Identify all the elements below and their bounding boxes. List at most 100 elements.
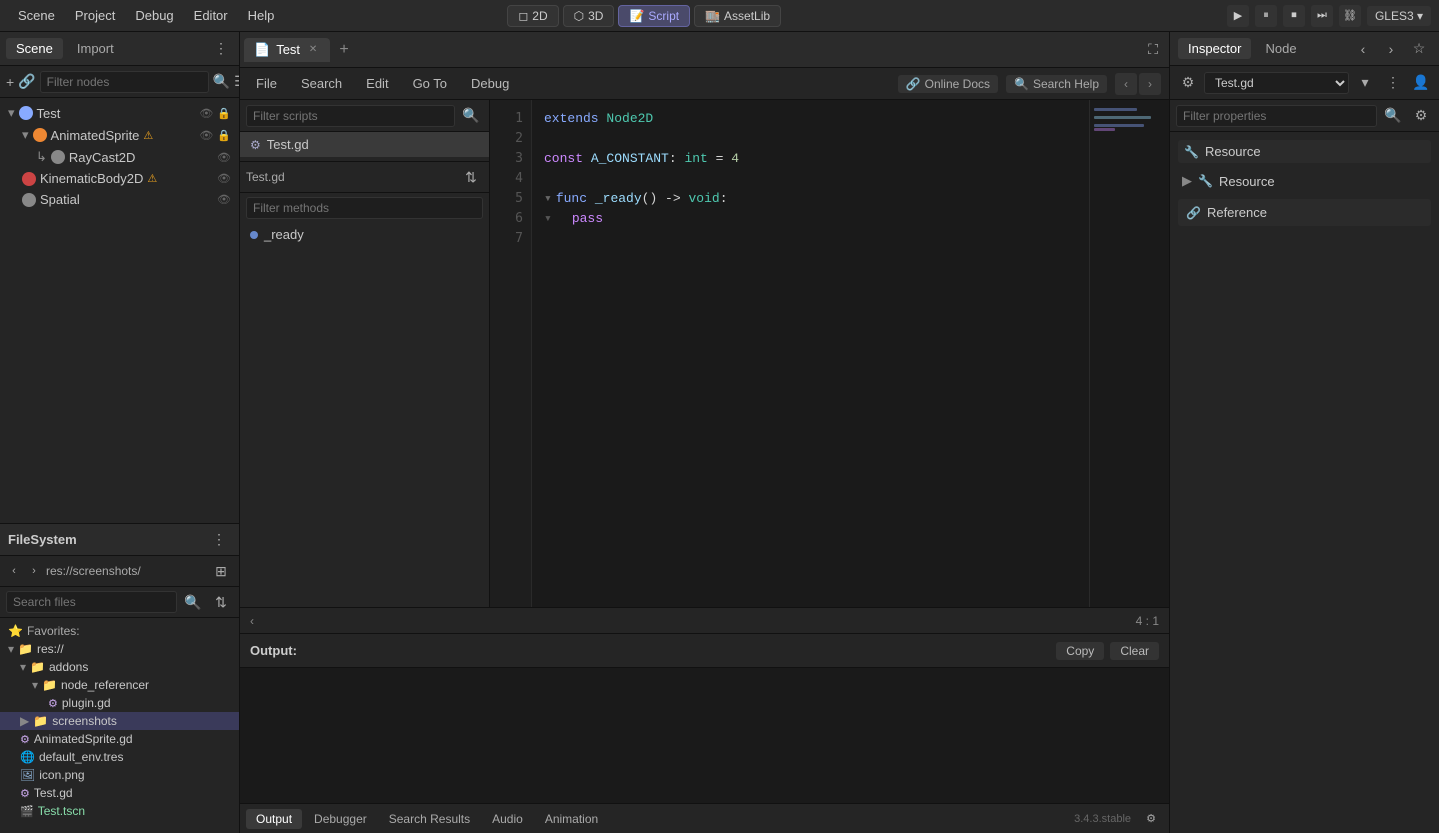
inspector-menu-icon[interactable]: ⋮ xyxy=(1381,71,1405,95)
node-tab[interactable]: Node xyxy=(1255,38,1306,59)
filter-properties-input[interactable] xyxy=(1176,105,1377,127)
fs-icon-png[interactable]: 🖼 icon.png xyxy=(0,766,239,784)
search-help-button[interactable]: 🔍 Search Help xyxy=(1006,75,1107,93)
fs-default-env[interactable]: 🌐 default_env.tres xyxy=(0,748,239,766)
sort-icon[interactable]: ⇅ xyxy=(209,590,233,614)
play-button[interactable]: ▶ xyxy=(1227,5,1249,27)
fs-animatedsprite-gd[interactable]: ⚙ AnimatedSprite.gd xyxy=(0,730,239,748)
filter-options-icon[interactable]: ⚙ xyxy=(1409,104,1433,128)
minimap-line-6 xyxy=(1094,128,1115,131)
next-nav-button[interactable]: › xyxy=(1139,73,1161,95)
search-files-input[interactable] xyxy=(6,591,177,613)
view-script-button[interactable]: 📝 Script xyxy=(618,5,690,27)
view-3d-button[interactable]: ⬡ 3D xyxy=(563,5,615,27)
resource-sub-header[interactable]: ▶ 🔧 Resource xyxy=(1178,169,1431,193)
tab-debugger[interactable]: Debugger xyxy=(304,809,377,829)
line-6: 6 xyxy=(490,208,523,228)
copy-output-button[interactable]: Copy xyxy=(1056,642,1104,660)
view-2d-button[interactable]: ◻ 2D xyxy=(507,5,558,27)
inspector-dropdown-icon[interactable]: ▾ xyxy=(1353,71,1377,95)
tree-item-animatedsprite[interactable]: ▾ AnimatedSprite ⚠ 👁 🔒 xyxy=(0,124,239,146)
menu-project[interactable]: Project xyxy=(65,4,125,27)
filter-methods-input[interactable] xyxy=(246,197,483,219)
step-button[interactable]: ⏭ xyxy=(1311,5,1333,27)
fs-addons[interactable]: ▾ 📁 addons xyxy=(0,658,239,676)
tree-item-raycast2d[interactable]: ↳ RayCast2D 👁 xyxy=(0,146,239,168)
online-docs-button[interactable]: 🔗 Online Docs xyxy=(898,75,998,93)
fs-screenshots[interactable]: ▶ 📁 screenshots xyxy=(0,712,239,730)
prev-nav-button[interactable]: ‹ xyxy=(1115,73,1137,95)
inspector-file-select[interactable]: Test.gd xyxy=(1204,72,1349,94)
scene-tab[interactable]: Scene xyxy=(6,38,63,59)
reference-section-header[interactable]: 🔗 Reference xyxy=(1178,199,1431,226)
filter-scripts-search-icon[interactable]: 🔍 xyxy=(459,104,483,128)
fs-plugin-gd[interactable]: ⚙ plugin.gd xyxy=(0,694,239,712)
tree-item-test[interactable]: ▾ Test 👁 🔒 xyxy=(0,102,239,124)
clear-output-button[interactable]: Clear xyxy=(1110,642,1159,660)
tree-item-kinematicbody2d[interactable]: KinematicBody2D ⚠ 👁 xyxy=(0,168,239,189)
link-node-button[interactable]: 🔗 xyxy=(18,70,35,94)
tree-item-spatial[interactable]: Spatial 👁 xyxy=(0,189,239,210)
inspector-tab[interactable]: Inspector xyxy=(1178,38,1251,59)
pause-button[interactable]: ⏸ xyxy=(1255,5,1277,27)
add-node-button[interactable]: + xyxy=(6,70,14,94)
inspector-favorites-icon[interactable]: 👤 xyxy=(1409,71,1433,95)
expand-icon: ▾ xyxy=(22,127,29,143)
filter-search-icon[interactable]: 🔍 xyxy=(213,70,230,94)
eye-icon[interactable]: 👁 xyxy=(217,193,231,206)
menu-goto-btn[interactable]: Go To xyxy=(405,74,455,93)
forward-button[interactable]: › xyxy=(26,563,42,579)
collapse-btn[interactable]: ‹ xyxy=(250,614,254,628)
filesystem-menu-btn[interactable]: ⋮ xyxy=(207,528,231,552)
menu-debug[interactable]: Debug xyxy=(125,4,183,27)
menu-file-btn[interactable]: File xyxy=(248,74,285,93)
remote-debug-button[interactable]: ⛓ xyxy=(1339,5,1361,27)
fs-test-tscn[interactable]: 🎬 Test.tscn xyxy=(0,802,239,820)
search-icon[interactable]: 🔍 xyxy=(181,590,205,614)
stop-button[interactable]: ⏹ xyxy=(1283,5,1305,27)
output-settings-btn[interactable]: ⚙ xyxy=(1139,807,1163,831)
scene-menu-btn[interactable]: ⋮ xyxy=(209,37,233,61)
tab-close-button[interactable]: ✕ xyxy=(306,43,320,57)
fs-res[interactable]: ▾ 📁 res:// xyxy=(0,640,239,658)
grid-view-btn[interactable]: ⊞ xyxy=(209,559,233,583)
prop-section-label: Resource xyxy=(1205,144,1261,159)
eye-icon[interactable]: 👁 xyxy=(217,172,231,185)
resource-section-header[interactable]: 🔧 Resource xyxy=(1178,140,1431,163)
tab-search-results[interactable]: Search Results xyxy=(379,809,480,829)
view-assetlib-button[interactable]: 🏬 AssetLib xyxy=(694,5,781,27)
menu-editor[interactable]: Editor xyxy=(184,4,238,27)
history-back-btn[interactable]: ‹ xyxy=(1351,37,1375,61)
filter-scripts-input[interactable] xyxy=(246,105,455,127)
eye-icon[interactable]: 👁 xyxy=(199,129,213,142)
import-tab[interactable]: Import xyxy=(67,38,124,59)
tab-audio[interactable]: Audio xyxy=(482,809,533,829)
tab-test-gd[interactable]: 📄 Test ✕ xyxy=(244,38,330,62)
fs-item-label: Test.gd xyxy=(34,786,73,800)
eye-icon[interactable]: 👁 xyxy=(199,107,213,120)
method-ready[interactable]: _ready xyxy=(240,223,489,246)
sort-methods-btn[interactable]: ⇅ xyxy=(459,165,483,189)
menu-search-btn[interactable]: Search xyxy=(293,74,350,93)
menu-edit-btn[interactable]: Edit xyxy=(358,74,396,93)
tab-animation[interactable]: Animation xyxy=(535,809,608,829)
fs-test-gd[interactable]: ⚙ Test.gd xyxy=(0,784,239,802)
history-forward-btn[interactable]: › xyxy=(1379,37,1403,61)
menu-scene[interactable]: Scene xyxy=(8,4,65,27)
menu-debug-btn[interactable]: Debug xyxy=(463,74,517,93)
fold-arrow[interactable]: ▾ xyxy=(544,191,552,206)
eye-icon[interactable]: 👁 xyxy=(217,151,231,164)
menu-help[interactable]: Help xyxy=(238,4,285,27)
fs-node-referencer[interactable]: ▾ 📁 node_referencer xyxy=(0,676,239,694)
scene-options-icon[interactable]: ☰ xyxy=(234,70,239,94)
script-file-test-gd[interactable]: ⚙ Test.gd xyxy=(240,132,489,157)
expand-editor-button[interactable]: ⛶ xyxy=(1141,38,1165,62)
back-button[interactable]: ‹ xyxy=(6,563,22,579)
gles-badge[interactable]: GLES3 ▾ xyxy=(1367,6,1431,26)
bookmark-btn[interactable]: ☆ xyxy=(1407,37,1431,61)
tab-add-button[interactable]: + xyxy=(332,38,356,62)
filter-search-icon[interactable]: 🔍 xyxy=(1381,104,1405,128)
filter-nodes-input[interactable] xyxy=(40,71,209,93)
tab-output[interactable]: Output xyxy=(246,809,302,829)
code-content[interactable]: extends Node2D const A_CONSTANT: int = 4… xyxy=(532,100,1089,607)
